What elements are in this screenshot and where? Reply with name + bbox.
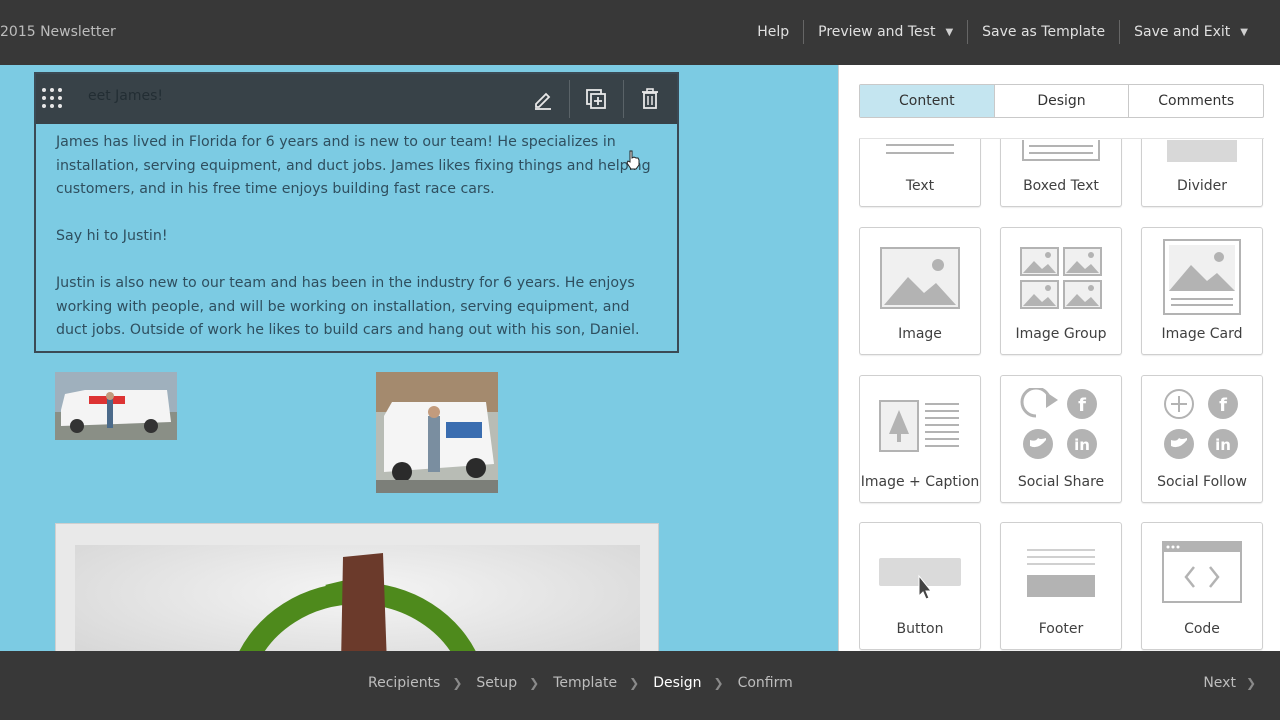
paragraph-justin: Justin is also new to our team and has b… — [56, 275, 640, 338]
content-blocks-grid: Text Boxed Text Divider Image Image Grou… — [859, 138, 1264, 651]
tile-label: Divider — [1176, 178, 1228, 194]
block-tile-button[interactable]: Button — [859, 522, 981, 650]
image-card-block[interactable] — [55, 523, 659, 651]
tile-label: Text — [905, 178, 935, 194]
edit-icon[interactable] — [527, 84, 559, 114]
tab-design[interactable]: Design — [995, 85, 1130, 117]
paragraph-say-hi: Say hi to Justin! — [56, 228, 168, 244]
image-icon — [860, 247, 980, 309]
campaign-steps: Recipients ❯ Setup ❯ Template ❯ Design ❯… — [368, 675, 793, 691]
social-follow-icon: f in — [1142, 388, 1262, 462]
toolbar-divider — [623, 80, 624, 118]
trash-icon[interactable] — [634, 84, 666, 114]
image-caption-icon — [860, 400, 980, 452]
block-tile-divider[interactable]: Divider — [1141, 139, 1263, 207]
next-button[interactable]: Next ❯ — [1203, 675, 1256, 691]
svg-text:in: in — [1215, 436, 1231, 454]
preview-and-test-button[interactable]: Preview and Test ▼ — [804, 18, 967, 46]
tab-comments[interactable]: Comments — [1129, 85, 1263, 117]
chevron-down-icon: ▼ — [945, 26, 954, 38]
logo-image[interactable] — [75, 545, 640, 651]
block-tile-image-card[interactable]: Image Card — [1141, 227, 1263, 355]
chevron-right-icon: ❯ — [452, 676, 463, 690]
text-lines-icon — [860, 142, 980, 156]
code-icon — [1142, 541, 1262, 603]
chevron-right-icon: ❯ — [713, 676, 724, 690]
save-as-template-button[interactable]: Save as Template — [968, 18, 1119, 46]
image-card-icon — [1142, 239, 1262, 315]
duplicate-icon[interactable] — [580, 84, 612, 114]
step-setup[interactable]: Setup — [476, 675, 517, 691]
save-template-label: Save as Template — [982, 24, 1106, 40]
selected-text-block[interactable]: eet James! James has lived in Florida fo… — [34, 72, 679, 353]
chevron-down-icon: ▼ — [1240, 26, 1248, 38]
block-tile-image[interactable]: Image — [859, 227, 981, 355]
footer-icon — [1001, 547, 1121, 601]
block-tile-boxed-text[interactable]: Boxed Text — [1000, 139, 1122, 207]
bottom-nav-bar: Recipients ❯ Setup ❯ Template ❯ Design ❯… — [0, 651, 1280, 720]
block-tile-social-follow[interactable]: f in Social Follow — [1141, 375, 1263, 503]
help-label: Help — [757, 24, 790, 40]
block-tile-image-group[interactable]: Image Group — [1000, 227, 1122, 355]
block-text[interactable]: James has lived in Florida for 6 years a… — [56, 131, 661, 366]
step-confirm[interactable]: Confirm — [738, 675, 793, 691]
drag-handle-icon[interactable] — [42, 88, 64, 110]
social-share-icon: f in — [1001, 388, 1121, 462]
tile-label: Social Share — [1017, 474, 1105, 490]
block-tile-image-caption[interactable]: Image + Caption — [859, 375, 981, 503]
tile-label: Social Follow — [1157, 474, 1247, 490]
block-tile-text[interactable]: Text — [859, 139, 981, 207]
boxed-text-icon — [1001, 140, 1121, 162]
svg-text:in: in — [1074, 436, 1090, 454]
content-panel: Content Design Comments Text Boxed Text … — [838, 65, 1280, 651]
save-exit-label: Save and Exit — [1134, 24, 1231, 40]
photo-justin-van[interactable] — [376, 372, 498, 493]
paragraph-james: James has lived in Florida for 6 years a… — [56, 134, 651, 197]
help-button[interactable]: Help — [743, 18, 803, 46]
image-group-icon — [1001, 247, 1121, 309]
tab-content[interactable]: Content — [860, 85, 995, 117]
toolbar-divider — [569, 80, 570, 118]
block-tile-footer[interactable]: Footer — [1000, 522, 1122, 650]
tile-label: Image — [898, 326, 942, 342]
panel-tabs: Content Design Comments — [859, 84, 1264, 118]
tile-label: Image Card — [1161, 326, 1243, 342]
photo-james-van[interactable] — [55, 372, 177, 440]
tile-label: Button — [896, 621, 944, 637]
email-canvas: eet James! James has lived in Florida fo… — [0, 65, 838, 651]
header-actions: Help Preview and Test ▼ Save as Template … — [743, 18, 1262, 46]
chevron-right-icon: ❯ — [529, 676, 540, 690]
next-label: Next — [1203, 675, 1236, 691]
hand-cursor-icon — [626, 150, 640, 170]
block-toolbar: eet James! — [36, 74, 677, 124]
step-recipients[interactable]: Recipients — [368, 675, 440, 691]
preview-label: Preview and Test — [818, 24, 936, 40]
divider-icon — [1142, 140, 1262, 162]
tile-label: Code — [1184, 621, 1220, 637]
block-tile-code[interactable]: Code — [1141, 522, 1263, 650]
tile-label: Footer — [1038, 621, 1084, 637]
top-bar: 2015 Newsletter Help Preview and Test ▼ S… — [0, 0, 1280, 65]
save-and-exit-button[interactable]: Save and Exit ▼ — [1120, 18, 1262, 46]
tile-label: Image + Caption — [860, 474, 980, 490]
chevron-right-icon: ❯ — [629, 676, 640, 690]
tile-label: Image Group — [1015, 326, 1107, 342]
block-heading-ghost: eet James! — [88, 88, 164, 104]
chevron-right-icon: ❯ — [1245, 676, 1256, 690]
button-icon — [860, 558, 980, 602]
block-tile-social-share[interactable]: f in Social Share — [1000, 375, 1122, 503]
tile-label: Boxed Text — [1023, 178, 1099, 194]
step-design[interactable]: Design — [653, 675, 701, 691]
svg-text:f: f — [1078, 395, 1086, 416]
svg-text:f: f — [1219, 395, 1227, 416]
step-template[interactable]: Template — [553, 675, 617, 691]
campaign-title: 2015 Newsletter — [0, 24, 116, 40]
